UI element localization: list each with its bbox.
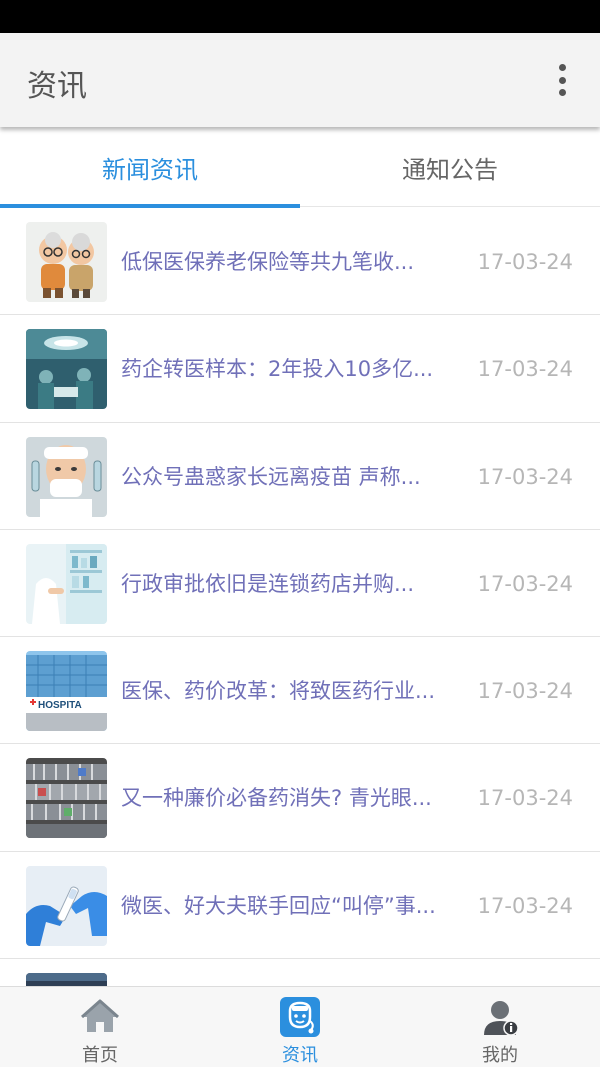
news-date: 17-03-24: [477, 571, 573, 596]
drug-shelves-thumbnail: [26, 758, 107, 839]
news-title: 行政审批依旧是连锁药店并购...: [121, 571, 415, 596]
hospital-sign-text: HOSPITA: [38, 700, 82, 711]
tab-bar: 新闻资讯 通知公告: [0, 127, 600, 208]
news-date: 17-03-24: [477, 679, 573, 704]
nav-item-news[interactable]: 资讯: [200, 987, 400, 1067]
list-item[interactable]: 又一种廉价必备药消失? 青光眼... 17-03-24: [0, 744, 600, 852]
page-title: 资讯: [27, 69, 87, 104]
list-item[interactable]: 微医、好大夫联手回应“叫停”事... 17-03-24: [0, 851, 600, 960]
list-item[interactable]: 药企转医样本：2年投入10多亿... 17-03-24: [0, 315, 600, 423]
tab-notices[interactable]: 通知公告: [300, 127, 600, 207]
hospital-building-thumbnail: HOSPITA: [26, 651, 107, 732]
tab-news[interactable]: 新闻资讯: [0, 127, 300, 208]
more-vert-icon[interactable]: [554, 64, 570, 96]
bottom-nav: 首页 资讯 我的: [0, 986, 600, 1067]
news-title: 药企转医样本：2年投入10多亿...: [121, 357, 434, 382]
gloved-hands-thumbnail: [26, 865, 107, 946]
list-item[interactable]: 低保医保养老保险等共九笔收... 17-03-24: [0, 208, 600, 316]
news-title: 公众号蛊惑家长远离疫苗 声称...: [121, 464, 421, 489]
elderly-couple-thumbnail: [26, 222, 107, 302]
news-title: 低保医保养老保险等共九笔收...: [121, 250, 415, 274]
user-icon: [480, 997, 520, 1037]
nav-label: 我的: [482, 1045, 518, 1066]
news-title: 医保、药价改革：将致医药行业...: [121, 679, 436, 704]
doctor-vaccine-thumbnail: [26, 436, 107, 517]
operating-room-thumbnail: [26, 329, 107, 410]
partial-thumbnail: [26, 973, 107, 986]
news-date: 17-03-24: [477, 786, 573, 811]
news-date: 17-03-24: [477, 893, 573, 918]
list-item[interactable]: HOSPITA 医保、药价改革：将致医药行业... 17-03-24: [0, 637, 600, 745]
list-item[interactable]: 行政审批依旧是连锁药店并购... 17-03-24: [0, 529, 600, 638]
nav-label: 首页: [82, 1045, 118, 1066]
nav-item-home[interactable]: 首页: [0, 987, 200, 1067]
app-bar: 资讯: [0, 33, 600, 127]
news-date: 17-03-24: [477, 357, 573, 382]
nav-label: 资讯: [282, 1045, 318, 1066]
news-date: 17-03-24: [477, 464, 573, 489]
news-list: 低保医保养老保险等共九笔收... 17-03-24 药企转医样本：2年投入10多…: [0, 208, 600, 986]
list-item[interactable]: 公众号蛊惑家长远离疫苗 声称... 17-03-24: [0, 422, 600, 530]
news-title: 微医、好大夫联手回应“叫停”事...: [121, 893, 436, 918]
news-title: 又一种廉价必备药消失? 青光眼...: [121, 786, 432, 811]
doctor-icon: [280, 997, 320, 1037]
pharmacy-shelf-thumbnail: [26, 543, 107, 624]
news-date: 17-03-24: [477, 250, 573, 274]
home-icon: [80, 997, 120, 1037]
nav-item-profile[interactable]: 我的: [400, 987, 600, 1067]
status-bar: [0, 0, 600, 33]
list-item[interactable]: [0, 959, 600, 986]
